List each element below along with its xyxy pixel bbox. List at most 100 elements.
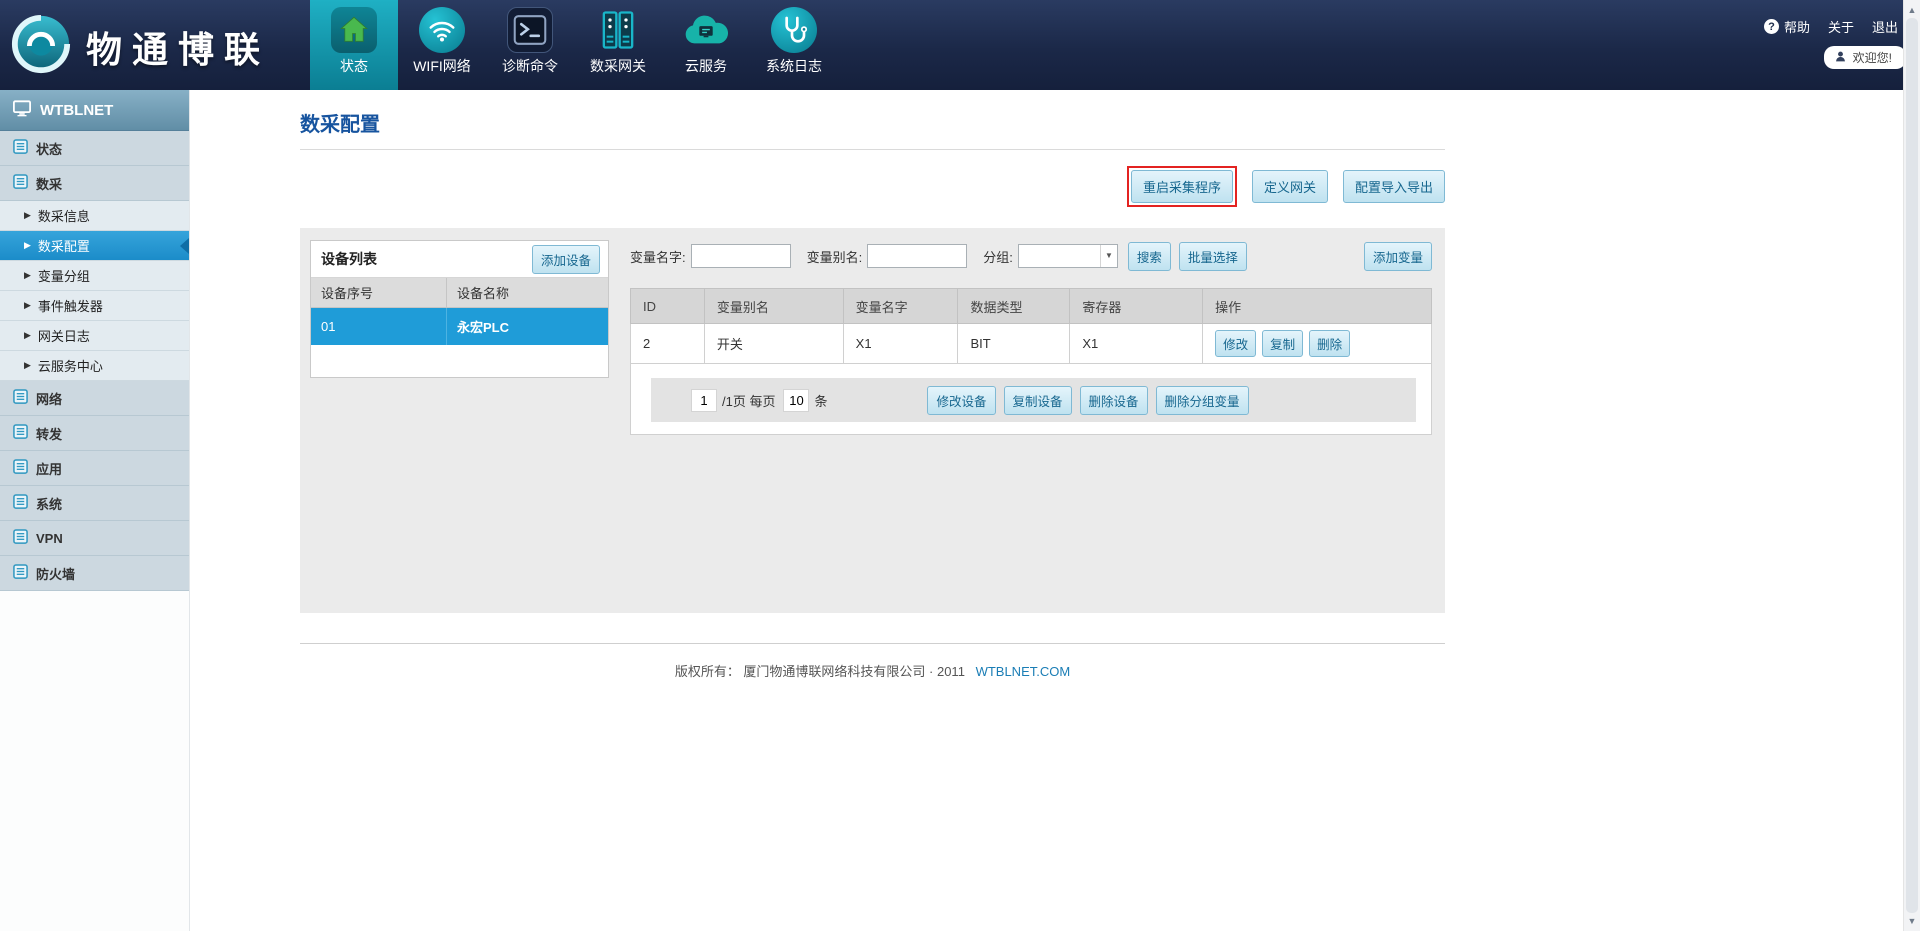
sidebar-item-gateway-log[interactable]: ▶ 网关日志 [0,321,189,351]
sidebar-item-label: 事件触发器 [38,296,103,315]
variable-panel: 变量名字: 变量别名: 分组: ▼ 搜索 批量选择 添加变量 [630,241,1432,435]
sidebar-item-label: 网关日志 [38,326,90,345]
sidebar-item-label: 数采 [36,174,62,193]
content-panel: 设备列表 添加设备 设备序号 设备名称 01 永宏PLC 变量名字: [300,228,1445,613]
variable-table-header-row: ID 变量别名 变量名字 数据类型 寄存器 操作 [631,289,1432,324]
footer-link[interactable]: WTBLNET.COM [976,664,1071,679]
device-name-cell: 永宏PLC [446,308,608,345]
col-actions-header: 操作 [1203,289,1432,324]
top-navigation: 状态 WIFI网络 [310,0,838,90]
tab-diagnostic-label: 诊断命令 [486,56,574,76]
delete-variable-button[interactable]: 删除 [1309,330,1350,357]
edit-device-button[interactable]: 修改设备 [927,386,995,415]
cell-actions: 修改 复制 删除 [1203,324,1432,364]
copy-device-button[interactable]: 复制设备 [1004,386,1072,415]
cell-datatype: BIT [958,324,1070,364]
device-row-selected[interactable]: 01 永宏PLC [311,308,608,345]
about-link[interactable]: 关于 [1828,17,1854,36]
help-link[interactable]: ? 帮助 [1764,17,1810,36]
cell-id: 2 [631,324,705,364]
sidebar-item-daq-config[interactable]: ▶ 数采配置 [0,231,189,261]
main-content: 数采配置 重启采集程序 定义网关 配置导入导出 设备列表 添加设备 设备序号 设… [300,90,1445,680]
sidebar-item-cloud-center[interactable]: ▶ 云服务中心 [0,351,189,381]
page-number-input[interactable] [691,389,717,412]
variable-name-label: 变量名字: [630,247,686,266]
sidebar-item-system[interactable]: 系统 [0,486,189,521]
sidebar-item-vpn[interactable]: VPN [0,521,189,556]
col-id-header: ID [631,289,705,324]
add-variable-button[interactable]: 添加变量 [1364,242,1432,271]
tab-cloud-label: 云服务 [662,56,750,76]
variable-alias-label: 变量别名: [807,247,863,266]
cloud-icon [683,7,729,53]
device-list-title: 设备列表 [321,249,377,269]
header-links: ? 帮助 关于 退出 [1764,17,1898,36]
device-list-panel: 设备列表 添加设备 设备序号 设备名称 01 永宏PLC [310,240,609,378]
sidebar-item-event-trigger[interactable]: ▶ 事件触发器 [0,291,189,321]
restart-collector-button[interactable]: 重启采集程序 [1131,170,1233,203]
tab-diagnostic[interactable]: 诊断命令 [486,0,574,90]
variable-table: ID 变量别名 变量名字 数据类型 寄存器 操作 2 开关 X1 [630,288,1432,364]
user-icon [1834,50,1847,66]
tab-gateway[interactable]: 数采网关 [574,0,662,90]
delete-group-vars-button[interactable]: 删除分组变量 [1156,386,1249,415]
add-device-button[interactable]: 添加设备 [532,245,600,274]
list-icon [13,564,28,582]
group-select[interactable]: ▼ [1018,244,1118,268]
scroll-up-arrow-icon[interactable]: ▲ [1904,2,1920,18]
group-label: 分组: [983,247,1013,266]
triangle-bullet-icon: ▶ [24,360,31,371]
sidebar-item-label: 状态 [36,139,62,158]
sidebar-item-label: 网络 [36,389,62,408]
footer-divider [300,643,1445,644]
sidebar-item-label: 系统 [36,494,62,513]
sidebar-item-label: 转发 [36,424,62,443]
scrollbar-thumb[interactable] [1906,18,1918,913]
sidebar-item-firewall[interactable]: 防火墙 [0,556,189,591]
welcome-pill[interactable]: 欢迎您! [1824,46,1906,69]
monitor-icon [13,100,31,121]
list-icon [13,459,28,477]
copy-variable-button[interactable]: 复制 [1262,330,1303,357]
sidebar-item-label: 防火墙 [36,564,75,583]
search-button[interactable]: 搜索 [1128,242,1171,271]
edit-variable-button[interactable]: 修改 [1215,330,1256,357]
define-gateway-button[interactable]: 定义网关 [1252,170,1328,203]
sidebar-item-label: 应用 [36,459,62,478]
tab-cloud[interactable]: 云服务 [662,0,750,90]
batch-select-button[interactable]: 批量选择 [1179,242,1247,271]
list-icon [13,174,28,192]
variable-alias-input[interactable] [867,244,967,268]
config-import-export-button[interactable]: 配置导入导出 [1343,170,1445,203]
tab-status[interactable]: 状态 [310,0,398,90]
sidebar-item-app[interactable]: 应用 [0,451,189,486]
tab-wifi[interactable]: WIFI网络 [398,0,486,90]
sidebar-item-forward[interactable]: 转发 [0,416,189,451]
list-icon [13,529,28,547]
col-name-header: 变量名字 [843,289,958,324]
page-actions: 重启采集程序 定义网关 配置导入导出 [300,170,1445,202]
copyright-text: 版权所有： 厦门物通博联网络科技有限公司 · 2011 [675,664,965,679]
about-link-label: 关于 [1828,17,1854,36]
delete-device-button[interactable]: 删除设备 [1080,386,1148,415]
page-scrollbar[interactable]: ▲ ▼ [1903,0,1920,931]
home-icon [331,7,377,53]
variable-name-input[interactable] [691,244,791,268]
sidebar-item-status[interactable]: 状态 [0,131,189,166]
sidebar-item-daq[interactable]: 数采 [0,166,189,201]
tab-syslog[interactable]: 系统日志 [750,0,838,90]
row-action-buttons: 修改 复制 删除 [1215,330,1431,357]
triangle-bullet-icon: ▶ [24,330,31,341]
page-size-input[interactable] [783,389,809,412]
logout-link[interactable]: 退出 [1872,17,1898,36]
sidebar-item-variable-group[interactable]: ▶ 变量分组 [0,261,189,291]
sidebar-item-daq-info[interactable]: ▶ 数采信息 [0,201,189,231]
list-icon [13,494,28,512]
device-action-buttons: 修改设备 复制设备 删除设备 删除分组变量 [927,386,1248,415]
sidebar-item-label: 数采配置 [38,236,90,255]
scroll-down-arrow-icon[interactable]: ▼ [1904,913,1920,929]
title-divider [300,149,1445,150]
sidebar-header: WTBLNET [0,90,189,131]
sidebar-item-network[interactable]: 网络 [0,381,189,416]
chevron-down-icon: ▼ [1100,245,1117,267]
